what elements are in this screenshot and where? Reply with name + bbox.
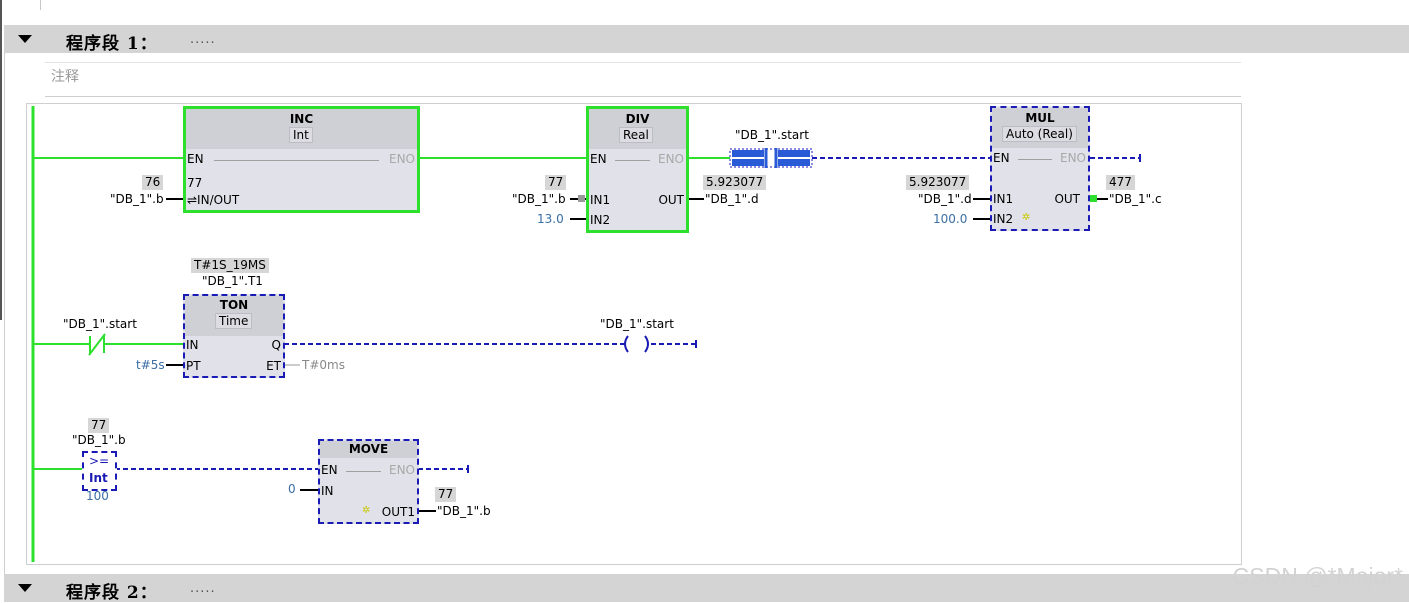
div-in1: IN1 xyxy=(590,193,611,207)
cmp-in2-operand[interactable]: 100 xyxy=(86,489,109,503)
ton-instance-value: T#1S_19MS xyxy=(191,258,269,273)
ton-type[interactable]: Time xyxy=(215,313,253,329)
inc-type[interactable]: Int xyxy=(289,127,313,143)
ton-name: TON xyxy=(219,298,249,312)
mul-block[interactable]: MUL Auto (Real) EN ENO IN1 IN2 ✲ OUT xyxy=(990,106,1090,231)
cmp-in1-value: 77 xyxy=(88,418,110,433)
div-in1-operand[interactable]: "DB_1".b xyxy=(512,192,566,206)
mul-in1-operand[interactable]: "DB_1".d xyxy=(918,192,972,206)
network-comment-dots[interactable]: ..... xyxy=(190,581,216,596)
move-block[interactable]: MOVE EN ENO IN ✲ OUT1 xyxy=(318,439,419,524)
div-en: EN xyxy=(590,152,607,166)
collapse-triangle-icon[interactable] xyxy=(18,584,32,592)
inc-operand[interactable]: "DB_1".b xyxy=(110,192,164,206)
mul-in1: IN1 xyxy=(993,192,1014,206)
inc-inout-pin: ⇌IN/OUT xyxy=(187,193,240,207)
watermark: CSDN @*Major* xyxy=(1232,563,1403,589)
nc-contact-operand[interactable]: "DB_1".start xyxy=(63,317,137,331)
mul-in2: IN2 xyxy=(993,212,1014,226)
cmp-operator: >= xyxy=(89,454,110,468)
nc-contact-slash xyxy=(88,333,106,356)
inc-en: EN xyxy=(187,152,204,166)
ton-in: IN xyxy=(186,338,199,352)
ton-pt: PT xyxy=(186,359,201,373)
move-in-operand[interactable]: 0 xyxy=(288,482,296,496)
coil-right xyxy=(644,335,649,353)
div-in1-value: 77 xyxy=(545,175,567,190)
mul-type[interactable]: Auto (Real) xyxy=(1002,126,1077,142)
inc-block[interactable]: INC Int EN ENO ⇌IN/OUT xyxy=(183,106,420,213)
compare-block[interactable]: >= Int xyxy=(82,451,117,491)
move-header: MOVE xyxy=(320,441,417,458)
div-in2-operand[interactable]: 13.0 xyxy=(537,212,564,226)
ton-pt-operand[interactable]: t#5s xyxy=(136,358,165,372)
inc-after-value: 77 xyxy=(187,176,203,190)
network-title: 程序段 2： xyxy=(66,583,158,603)
network-header-2[interactable]: 程序段 2： ..... xyxy=(4,574,1409,603)
add-input-star-icon[interactable]: ✲ xyxy=(1022,212,1030,223)
mul-eno: ENO xyxy=(1059,151,1086,165)
cmp-type[interactable]: Int xyxy=(89,471,108,485)
div-type[interactable]: Real xyxy=(619,127,653,143)
move-en: EN xyxy=(321,463,338,477)
inc-name: INC xyxy=(289,112,314,126)
inc-before-value: 76 xyxy=(142,175,164,190)
mul-in1-value: 5.923077 xyxy=(906,175,970,190)
add-output-star-icon[interactable]: ✲ xyxy=(362,505,370,516)
mul-name: MUL xyxy=(1025,111,1055,125)
mul-out-value: 477 xyxy=(1106,175,1135,190)
ton-block[interactable]: TON Time IN Q PT ET xyxy=(183,294,285,378)
move-out-value: 77 xyxy=(435,487,457,502)
mul-out: OUT xyxy=(1054,192,1080,206)
div-in2: IN2 xyxy=(590,213,611,227)
coil-left xyxy=(624,335,629,353)
ton-q: Q xyxy=(271,338,281,352)
div-eno: ENO xyxy=(657,152,684,166)
move-in: IN xyxy=(321,484,334,498)
mul-out-operand[interactable]: "DB_1".c xyxy=(1109,192,1162,206)
div-name: DIV xyxy=(625,112,650,126)
inc-eno: ENO xyxy=(388,152,415,166)
ton-instance[interactable]: "DB_1".T1 xyxy=(202,274,263,288)
cmp-in1-operand[interactable]: "DB_1".b xyxy=(72,433,126,447)
div-out-operand[interactable]: "DB_1".d xyxy=(705,192,759,206)
move-out-operand[interactable]: "DB_1".b xyxy=(437,504,491,518)
div-out: OUT xyxy=(658,193,684,207)
move-name: MOVE xyxy=(348,442,389,456)
move-eno: ENO xyxy=(388,463,415,477)
ton-et-operand[interactable]: T#0ms xyxy=(302,358,345,372)
ton-et: ET xyxy=(266,359,281,373)
contact-operand[interactable]: "DB_1".start xyxy=(735,128,809,142)
coil-operand[interactable]: "DB_1".start xyxy=(600,317,674,331)
move-out1: OUT1 xyxy=(381,505,415,519)
div-block[interactable]: DIV Real EN ENO IN1 IN2 OUT xyxy=(586,106,689,233)
mul-en: EN xyxy=(993,151,1010,165)
mul-in2-operand[interactable]: 100.0 xyxy=(933,212,967,226)
div-out-value: 5.923077 xyxy=(703,175,767,190)
